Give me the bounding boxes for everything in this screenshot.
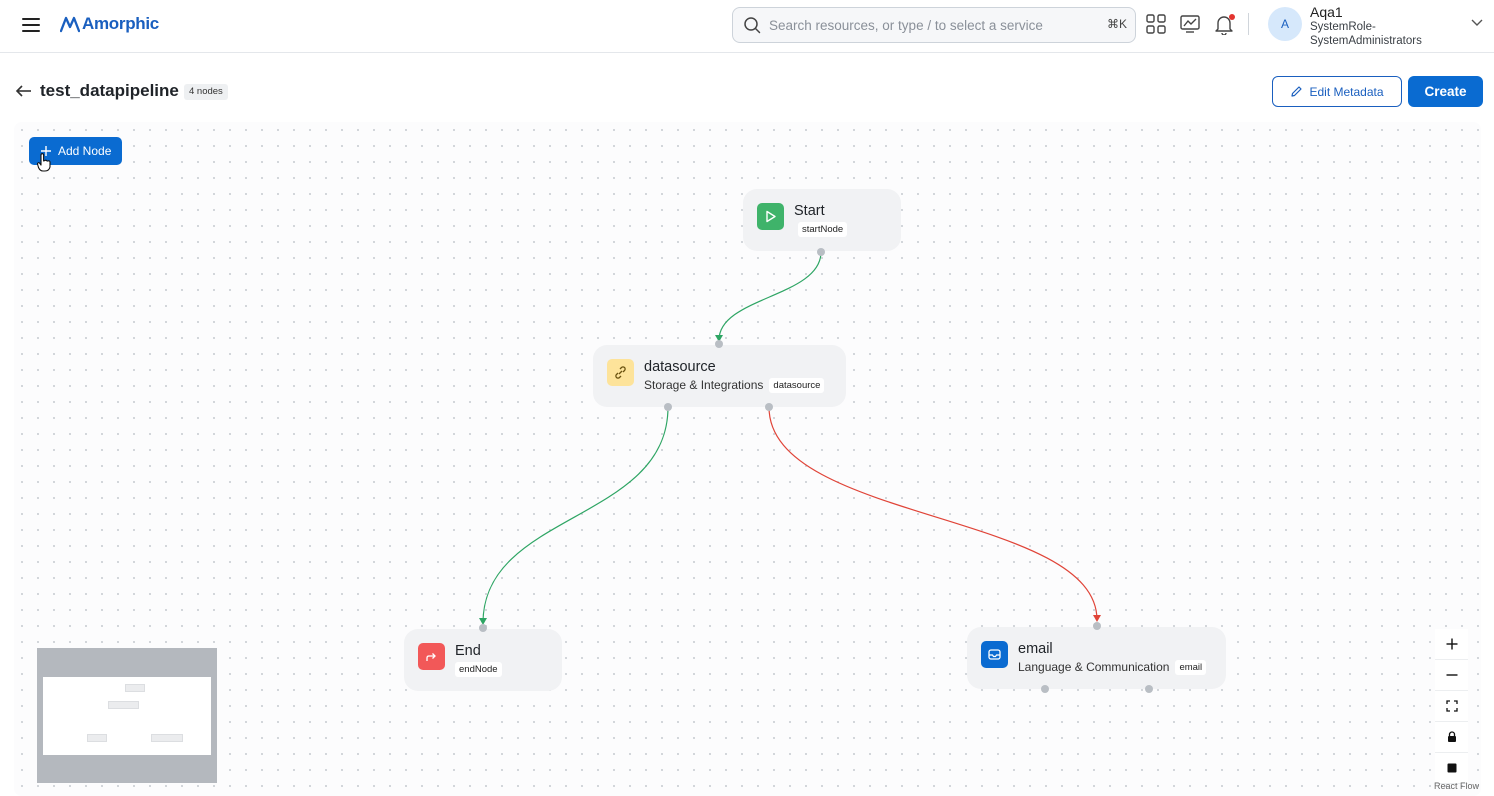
lock-icon[interactable] bbox=[1435, 722, 1468, 753]
link-icon bbox=[607, 359, 634, 386]
minimap-node bbox=[87, 734, 107, 742]
user-role: SystemRole-SystemAdministrators bbox=[1310, 21, 1422, 47]
zoom-in-icon[interactable] bbox=[1435, 629, 1468, 660]
minimap[interactable] bbox=[37, 648, 217, 783]
avatar[interactable]: A bbox=[1268, 7, 1302, 41]
node-datasource[interactable]: datasource Storage & Integrations datasou… bbox=[593, 345, 846, 407]
create-button[interactable]: Create bbox=[1408, 76, 1483, 107]
minimap-node bbox=[125, 684, 145, 692]
handle-email-failure[interactable] bbox=[1145, 685, 1153, 693]
node-title: email bbox=[1018, 641, 1053, 657]
edge-datasource-email[interactable] bbox=[768, 406, 1098, 621]
handle-email-target[interactable] bbox=[1093, 622, 1101, 630]
zoom-out-icon[interactable] bbox=[1435, 660, 1468, 691]
node-tag: email bbox=[1175, 660, 1207, 676]
apps-grid-icon[interactable] bbox=[1145, 13, 1167, 35]
handle-datasource-failure[interactable] bbox=[765, 403, 773, 411]
node-category: Storage & Integrations bbox=[644, 378, 764, 392]
search-icon bbox=[744, 17, 761, 34]
amorphic-logo-icon bbox=[60, 16, 80, 33]
handle-email-success[interactable] bbox=[1041, 685, 1049, 693]
node-category: Language & Communication bbox=[1018, 660, 1170, 674]
play-icon bbox=[757, 203, 784, 230]
add-node-button[interactable]: Add Node bbox=[29, 137, 122, 165]
minimap-node bbox=[108, 701, 139, 709]
node-title: datasource bbox=[644, 359, 716, 375]
node-tag: datasource bbox=[769, 378, 825, 394]
inbox-icon bbox=[981, 641, 1008, 668]
search-shortcut: ⌘K bbox=[1106, 17, 1127, 31]
node-title: Start bbox=[794, 203, 825, 219]
node-count-badge: 4 nodes bbox=[184, 84, 228, 100]
node-tag: startNode bbox=[798, 222, 848, 238]
node-start[interactable]: Start startNode bbox=[743, 189, 901, 251]
menu-icon[interactable] bbox=[20, 14, 42, 36]
node-end[interactable]: End endNode bbox=[404, 629, 562, 691]
divider bbox=[1248, 13, 1249, 35]
user-name: Aqa1 bbox=[1310, 4, 1343, 20]
handle-datasource-target[interactable] bbox=[715, 340, 723, 348]
app-name: Amorphic bbox=[82, 14, 159, 33]
search-input[interactable] bbox=[769, 12, 1089, 38]
edit-metadata-label: Edit Metadata bbox=[1309, 84, 1384, 99]
notification-dot bbox=[1229, 14, 1235, 20]
handle-start-source[interactable] bbox=[817, 248, 825, 256]
plus-icon bbox=[41, 146, 51, 156]
node-email[interactable]: email Language & Communication email bbox=[967, 627, 1226, 689]
app-logo[interactable]: Amorphic bbox=[60, 12, 159, 36]
edge-datasource-end[interactable] bbox=[482, 406, 669, 624]
page-title: test_datapipeline bbox=[40, 81, 179, 100]
search-bar[interactable]: ⌘K bbox=[732, 7, 1136, 43]
minimap-node bbox=[151, 734, 183, 742]
exit-icon bbox=[418, 643, 445, 670]
chevron-down-icon[interactable] bbox=[1470, 18, 1484, 28]
node-tag: endNode bbox=[455, 662, 502, 678]
monitor-chart-icon[interactable] bbox=[1179, 13, 1201, 35]
stop-icon[interactable] bbox=[1435, 753, 1468, 784]
edit-metadata-button[interactable]: Edit Metadata bbox=[1272, 76, 1402, 107]
bell-icon[interactable] bbox=[1213, 13, 1235, 36]
edge-start-datasource[interactable] bbox=[718, 251, 822, 341]
edge-arrowhead bbox=[1093, 615, 1101, 622]
top-bar: Amorphic ⌘K A Aqa1 SystemRole- bbox=[0, 0, 1494, 53]
flow-canvas[interactable]: Add Node Start startNode datasource Stor… bbox=[14, 122, 1481, 796]
back-arrow-icon[interactable] bbox=[14, 82, 34, 100]
flow-controls bbox=[1435, 629, 1468, 784]
add-node-label: Add Node bbox=[58, 144, 112, 158]
handle-datasource-success[interactable] bbox=[664, 403, 672, 411]
minimap-viewport[interactable] bbox=[43, 677, 211, 755]
node-title: End bbox=[455, 643, 481, 659]
pencil-icon bbox=[1291, 86, 1303, 97]
fit-view-icon[interactable] bbox=[1435, 691, 1468, 722]
handle-end-target[interactable] bbox=[479, 624, 487, 632]
react-flow-attribution[interactable]: React Flow bbox=[1434, 781, 1479, 791]
